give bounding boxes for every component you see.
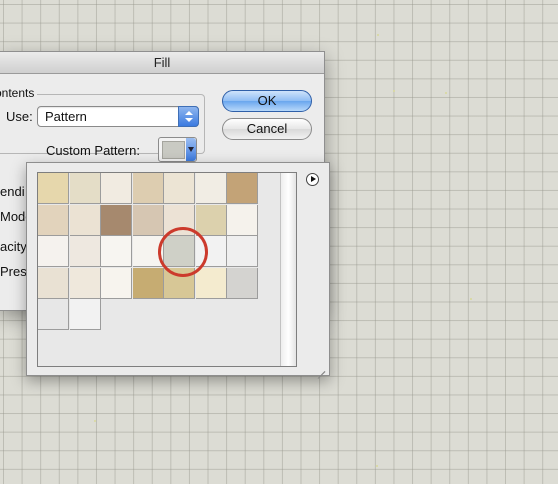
canvas-speck bbox=[377, 34, 379, 36]
custom-pattern-swatch bbox=[162, 141, 185, 159]
pattern-tile[interactable] bbox=[164, 173, 195, 204]
pattern-tile[interactable] bbox=[38, 204, 69, 236]
pattern-tile[interactable] bbox=[38, 267, 69, 299]
pattern-tile[interactable] bbox=[132, 204, 164, 236]
canvas-speck bbox=[470, 298, 472, 300]
canvas-speck bbox=[445, 92, 447, 94]
pattern-scrollbar[interactable] bbox=[280, 173, 296, 366]
pattern-tile[interactable] bbox=[69, 204, 101, 236]
use-label: Use: bbox=[6, 109, 33, 124]
pattern-tile[interactable] bbox=[195, 204, 227, 236]
pattern-tile[interactable] bbox=[227, 267, 258, 299]
pattern-tile[interactable] bbox=[195, 173, 227, 204]
use-select-value: Pattern bbox=[45, 109, 87, 124]
pattern-tile[interactable] bbox=[101, 267, 132, 299]
blending-label-partial: endi bbox=[0, 184, 25, 199]
pattern-tile[interactable] bbox=[195, 267, 227, 299]
custom-pattern-label: Custom Pattern: bbox=[46, 143, 140, 158]
canvas-speck bbox=[376, 465, 378, 467]
pattern-tile[interactable] bbox=[69, 236, 101, 267]
pattern-tile[interactable] bbox=[227, 173, 258, 204]
selection-highlight-circle bbox=[158, 227, 208, 277]
resize-grip-icon[interactable] bbox=[315, 362, 326, 379]
contents-group-label: ontents bbox=[0, 86, 38, 100]
pattern-tile[interactable] bbox=[132, 173, 164, 204]
pattern-tile[interactable] bbox=[69, 267, 101, 299]
opacity-label-partial: acity bbox=[0, 239, 27, 254]
pattern-tile[interactable] bbox=[38, 173, 69, 204]
pattern-tile[interactable] bbox=[227, 204, 258, 236]
pattern-tile[interactable] bbox=[69, 173, 101, 204]
cancel-button[interactable]: Cancel bbox=[222, 118, 312, 140]
custom-pattern-picker-button[interactable] bbox=[158, 137, 197, 162]
pattern-tile[interactable] bbox=[101, 204, 132, 236]
canvas-speck bbox=[393, 90, 395, 92]
select-arrows-icon bbox=[178, 106, 199, 127]
pattern-tile[interactable] bbox=[101, 236, 132, 267]
pattern-tile[interactable] bbox=[38, 299, 69, 330]
use-select[interactable]: Pattern bbox=[37, 106, 199, 127]
pattern-tile[interactable] bbox=[38, 236, 69, 267]
ok-button[interactable]: OK bbox=[222, 90, 312, 112]
picker-menu-arrow-icon[interactable] bbox=[306, 173, 319, 186]
dialog-title: Fill bbox=[153, 55, 171, 70]
pattern-tile[interactable] bbox=[69, 299, 101, 330]
dropdown-arrow-icon bbox=[186, 138, 196, 161]
dialog-titlebar[interactable]: Fill bbox=[0, 52, 324, 74]
canvas-speck bbox=[94, 420, 96, 422]
pattern-tile[interactable] bbox=[227, 236, 258, 267]
pattern-tile[interactable] bbox=[101, 173, 132, 204]
pattern-tile[interactable] bbox=[132, 267, 164, 299]
